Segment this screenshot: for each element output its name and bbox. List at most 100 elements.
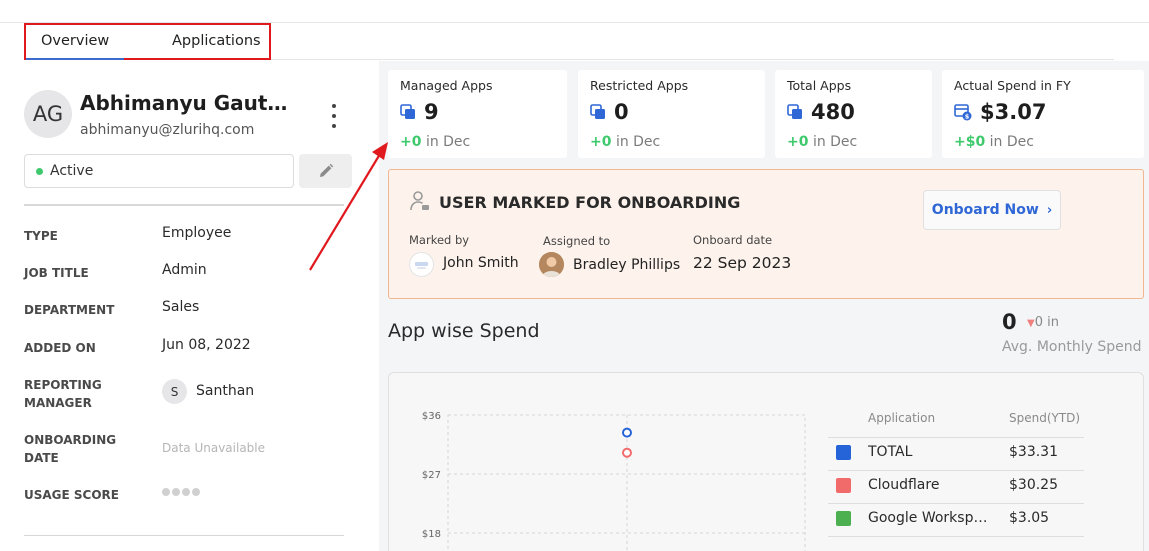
card-period: in Dec xyxy=(615,134,661,150)
manager-avatar: S xyxy=(162,379,187,404)
card-footer: +$0 in Dec xyxy=(954,134,1034,150)
row-spend: $3.05 xyxy=(1009,510,1050,526)
row-app-name: Cloudflare xyxy=(868,477,940,493)
user-name: Abhimanyu Gautam xyxy=(80,91,290,115)
total-apps-card[interactable]: Total Apps 480 +0 in Dec xyxy=(775,70,932,158)
card-title: Actual Spend in FY xyxy=(954,78,1071,93)
user-avatar: AG xyxy=(24,90,72,138)
added-on-label: ADDED ON xyxy=(24,341,96,355)
status-dot-icon xyxy=(36,167,43,175)
avg-delta-suffix: in xyxy=(1047,315,1059,330)
apps-icon xyxy=(400,104,415,119)
card-delta: +0 xyxy=(400,134,422,150)
manager-name[interactable]: Santhan xyxy=(196,383,254,399)
card-value: 9 xyxy=(424,100,439,124)
down-triangle-icon: ▼ xyxy=(1027,318,1035,329)
legend-swatch xyxy=(836,511,851,526)
more-options-icon[interactable] xyxy=(326,104,342,128)
actual-spend-card[interactable]: Actual Spend in FY $ $3.07 +$0 in Dec xyxy=(942,70,1144,158)
department-label: DEPARTMENT xyxy=(24,303,115,317)
card-footer: +0 in Dec xyxy=(400,134,470,150)
added-on-value: Jun 08, 2022 xyxy=(162,337,251,353)
assigned-to-value: Bradley Phillips xyxy=(573,257,681,273)
marked-by-label: Marked by xyxy=(409,233,470,247)
card-title: Managed Apps xyxy=(400,78,493,93)
user-email: abhimanyu@zlurihq.com xyxy=(80,122,255,138)
card-value-row: 9 xyxy=(400,100,439,124)
spend-icon: $ xyxy=(954,104,972,121)
legend-swatch xyxy=(836,478,851,493)
data-point xyxy=(622,447,632,458)
profile-divider xyxy=(24,204,344,206)
row-app-name: Google Workspace xyxy=(868,510,992,526)
svg-text:$: $ xyxy=(965,113,970,121)
status-dropdown[interactable]: Active xyxy=(24,154,294,188)
card-title: Total Apps xyxy=(787,78,852,93)
onboarding-title: USER MARKED FOR ONBOARDING xyxy=(439,193,741,212)
card-period: in Dec xyxy=(989,134,1034,150)
usage-score-label: USAGE SCORE xyxy=(24,488,119,502)
card-value: 0 xyxy=(614,100,629,124)
row-spend: $30.25 xyxy=(1009,477,1058,493)
managed-apps-card[interactable]: Managed Apps 9 +0 in Dec xyxy=(388,70,567,158)
avg-monthly-spend-delta: ▼0 in xyxy=(1027,315,1059,330)
marked-by-avatar xyxy=(409,252,434,277)
col-header-spend: Spend(YTD) xyxy=(1009,411,1081,425)
onboard-now-label: Onboard Now xyxy=(931,202,1039,218)
avg-monthly-spend-value: 0 xyxy=(1002,310,1017,334)
chart-ticks: $36 $27 $18 xyxy=(422,411,441,540)
row-app-name: TOTAL xyxy=(868,444,913,460)
onboard-now-button[interactable]: Onboard Now › xyxy=(923,190,1061,230)
apps-icon xyxy=(590,104,605,119)
chevron-right-icon: › xyxy=(1046,202,1053,218)
table-row[interactable]: Cloudflare $30.25 xyxy=(828,470,1084,502)
y-tick-label: $27 xyxy=(422,470,441,481)
app-spend-title: App wise Spend xyxy=(388,320,540,342)
table-row[interactable]: Google Workspace $3.05 xyxy=(828,503,1084,535)
y-tick-label: $18 xyxy=(422,529,441,540)
card-delta: +$0 xyxy=(954,134,986,150)
job-title-label: JOB TITLE xyxy=(24,266,89,280)
active-tab-indicator xyxy=(26,58,124,60)
onboarding-date-value: Data Unavailable xyxy=(162,441,266,455)
usage-score-dots xyxy=(162,488,200,496)
restricted-apps-card[interactable]: Restricted Apps 0 +0 in Dec xyxy=(578,70,765,158)
card-period: in Dec xyxy=(812,134,858,150)
card-value: 480 xyxy=(811,100,855,124)
card-value: $3.07 xyxy=(980,100,1047,124)
assigned-to-label: Assigned to xyxy=(543,234,611,248)
card-footer: +0 in Dec xyxy=(590,134,660,150)
type-label: TYPE xyxy=(24,229,58,243)
table-row-divider xyxy=(828,536,1084,537)
user-overview-page: Overview Applications AG Abhimanyu Gauta… xyxy=(0,0,1149,551)
tabs-divider xyxy=(271,59,1114,60)
marked-by-value: John Smith xyxy=(443,255,519,271)
department-value: Sales xyxy=(162,299,200,315)
apps-icon xyxy=(787,104,802,119)
tab-applications[interactable]: Applications xyxy=(172,33,261,49)
card-value-row: $ $3.07 xyxy=(954,100,1046,124)
reporting-manager-label: REPORTING MANAGER xyxy=(24,378,102,410)
status-label: Active xyxy=(50,163,94,179)
card-value-row: 480 xyxy=(787,100,855,124)
data-point xyxy=(622,427,632,438)
card-delta: +0 xyxy=(590,134,612,150)
table-row[interactable]: TOTAL $33.31 xyxy=(828,437,1084,469)
app-spend-chart: $36 $27 $18 xyxy=(422,411,806,551)
onboarding-date-label: ONBOARDING DATE xyxy=(24,433,117,465)
legend-swatch xyxy=(836,445,851,460)
type-value: Employee xyxy=(162,225,232,241)
assigned-to-avatar xyxy=(539,252,564,277)
row-spend: $33.31 xyxy=(1009,444,1058,460)
card-delta: +0 xyxy=(787,134,809,150)
col-header-application: Application xyxy=(868,411,936,425)
avg-monthly-spend-label: Avg. Monthly Spend xyxy=(1002,339,1142,355)
tab-overview[interactable]: Overview xyxy=(41,33,109,49)
card-value-row: 0 xyxy=(590,100,629,124)
onboarding-banner: USER MARKED FOR ONBOARDING Onboard Now ›… xyxy=(388,169,1144,299)
y-tick-label: $36 xyxy=(422,411,441,422)
annotation-arrow xyxy=(309,142,388,271)
chart-points xyxy=(622,427,632,458)
onboard-date-value: 22 Sep 2023 xyxy=(693,254,792,272)
card-footer: +0 in Dec xyxy=(787,134,857,150)
